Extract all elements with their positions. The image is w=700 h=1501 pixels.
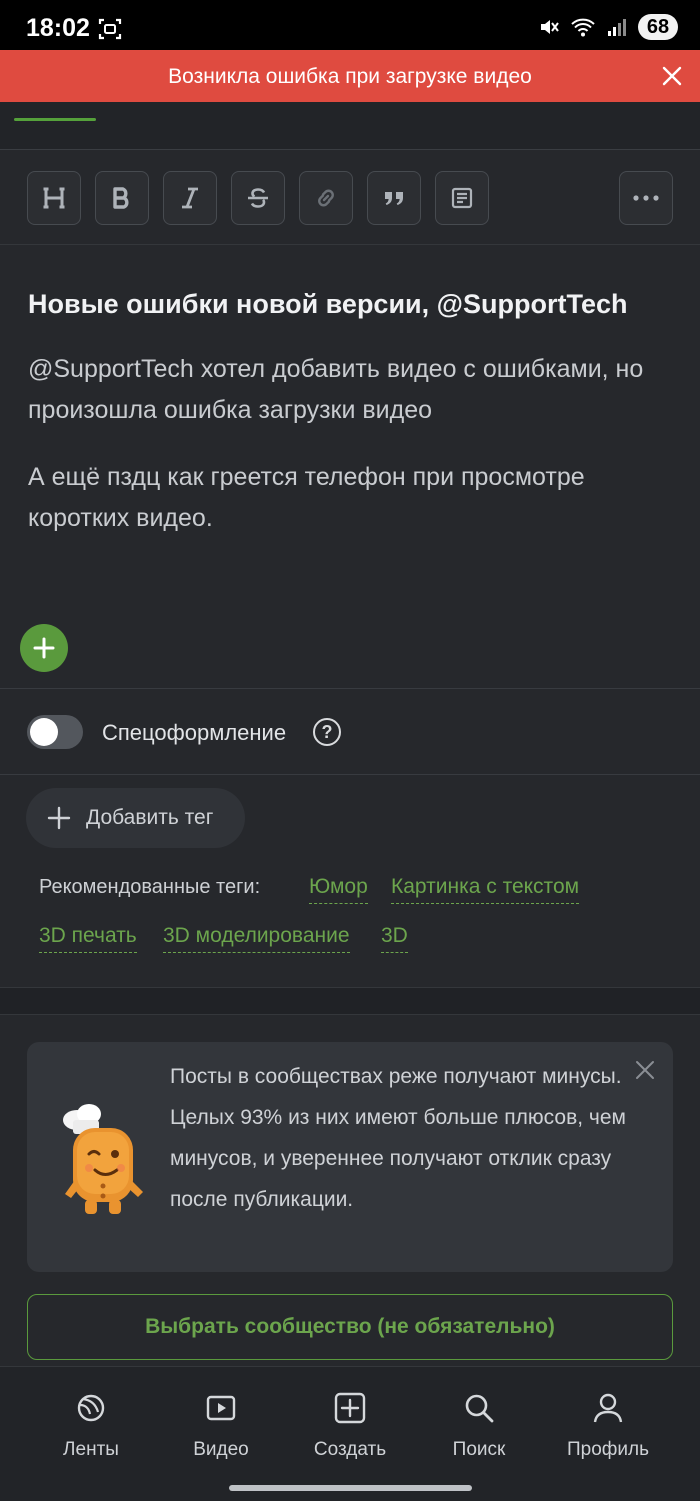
close-icon[interactable] [635,1060,655,1080]
home-indicator[interactable] [229,1485,472,1491]
more-icon [633,195,659,201]
plus-icon [33,637,55,659]
video-icon [206,1395,236,1421]
heading-button[interactable] [27,171,81,225]
hint-text: Посты в сообществах реже получают минусы… [170,1065,626,1211]
divider [0,774,700,775]
strikethrough-icon [248,188,268,208]
quote-icon [385,192,403,205]
error-banner: Возникла ошибка при загрузке видео [0,50,700,102]
add-tag-button[interactable]: Добавить тег [26,788,245,848]
more-options-button[interactable] [619,171,673,225]
status-time: 18:02 [26,14,90,42]
screenshot-icon [98,18,122,40]
strikethrough-button[interactable] [231,171,285,225]
link-icon [318,189,334,207]
recommended-tag[interactable]: 3D моделирование [163,924,350,953]
feeds-icon [77,1394,105,1422]
nav-label: Профиль [566,1439,650,1460]
heading-icon [43,187,65,209]
search-icon [465,1394,494,1423]
help-icon[interactable]: ? [313,718,341,746]
nav-label: Видео [193,1439,249,1460]
mute-icon [541,20,559,34]
nav-label: Ленты [63,1439,119,1460]
note-button[interactable] [435,171,489,225]
toggle-knob [30,718,58,746]
plus-icon [47,806,71,830]
post-paragraph[interactable]: @SupportTech хотел добавить видео с ошиб… [28,349,678,431]
active-tab-indicator [14,118,96,121]
nav-item-profile[interactable]: Профиль [553,1391,663,1471]
create-icon [334,1392,366,1424]
recommended-tag[interactable]: Юмор [309,875,368,904]
battery-indicator: 68 [638,14,678,40]
nav-label: Создать [313,1439,387,1460]
error-close-button[interactable] [658,62,686,90]
link-button[interactable] [299,171,353,225]
status-right-icons: 68 [538,13,678,41]
community-hint-card: Посты в сообществах реже получают минусы… [27,1042,673,1272]
status-bar: 18:02 68 [0,0,700,50]
nav-item-create[interactable]: Создать [295,1391,405,1471]
add-block-button[interactable] [20,624,68,672]
bottom-navigation: Ленты Видео Создать Поиск Профиль [0,1366,700,1501]
special-format-toggle[interactable] [27,715,83,749]
close-icon [662,66,682,86]
post-title[interactable]: Новые ошибки новой версии, @SupportTech [28,289,627,320]
signal-icon [608,19,626,36]
post-paragraph[interactable]: А ещё пздц как греется телефон при просм… [28,457,678,539]
nav-label: Поиск [452,1439,506,1460]
mascot-cookie-icon [63,1104,143,1214]
choose-community-button[interactable]: Выбрать сообщество (не обязательно) [27,1294,673,1360]
recommended-tag[interactable]: 3D [381,924,408,953]
profile-icon [593,1393,623,1423]
section-separator [0,987,700,1015]
nav-item-feeds[interactable]: Ленты [36,1391,146,1471]
recommended-tag[interactable]: 3D печать [39,924,137,953]
italic-icon [182,187,198,209]
italic-button[interactable] [163,171,217,225]
error-message: Возникла ошибка при загрузке видео [168,65,532,88]
nav-item-video[interactable]: Видео [166,1391,276,1471]
wifi-icon [571,18,595,37]
quote-button[interactable] [367,171,421,225]
formatting-toolbar [0,150,700,245]
recommended-tag[interactable]: Картинка с текстом [391,875,580,904]
add-tag-label: Добавить тег [86,806,214,829]
nav-item-search[interactable]: Поиск [424,1391,534,1471]
note-icon [451,187,473,209]
special-format-label: Спецоформление [102,720,287,745]
recommended-tags-label: Рекомендованные теги: [39,876,261,898]
special-format-row: Спецоформление ? [0,689,700,775]
bold-button[interactable] [95,171,149,225]
editor-tabs [0,102,700,150]
bold-icon [113,187,129,209]
